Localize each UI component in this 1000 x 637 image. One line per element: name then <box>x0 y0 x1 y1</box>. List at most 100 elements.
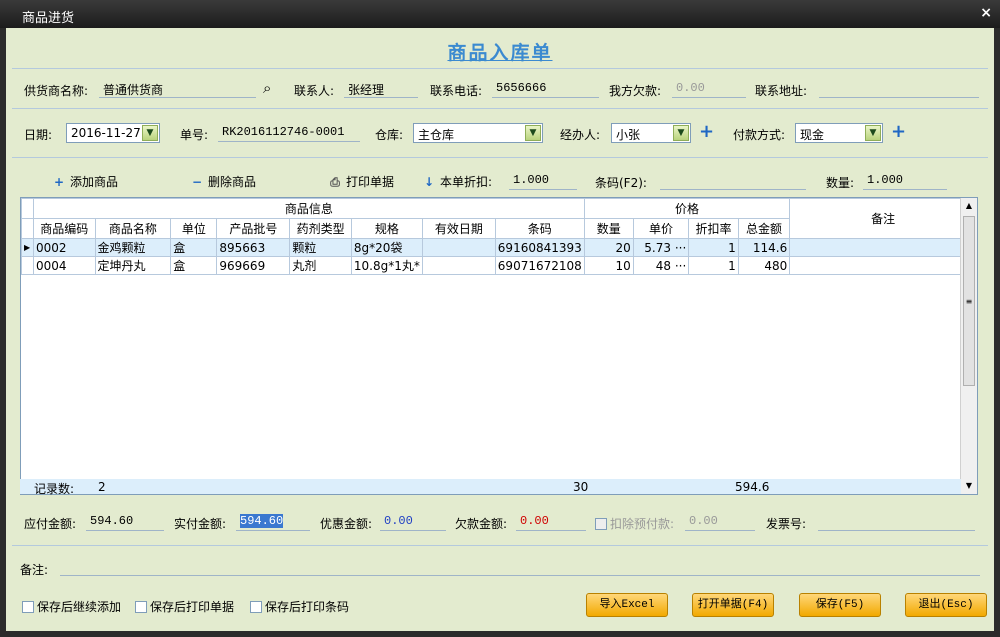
column-header[interactable]: 产品批号 <box>216 218 291 239</box>
table-cell[interactable]: 114.6 <box>737 238 791 257</box>
column-header[interactable]: 折扣率 <box>688 218 739 239</box>
add-payment-icon[interactable]: + <box>891 123 906 141</box>
record-count-label: 记录数: <box>34 482 75 496</box>
open-bill-button[interactable]: 打开单据(F4) <box>692 593 774 617</box>
column-header[interactable]: 药剂类型 <box>289 218 352 239</box>
table-cell[interactable]: 0004 <box>32 256 96 275</box>
phone-label: 联系电话: <box>430 84 483 98</box>
barcode-field[interactable] <box>660 170 806 190</box>
deduct-prepaid-checkbox: 扣除预付款: <box>595 515 674 532</box>
table-cell[interactable]: 盒 <box>170 256 218 275</box>
grid-group-header: 商品信息 价格 备注 <box>21 198 977 239</box>
chevron-down-icon[interactable]: ▼ <box>865 125 881 141</box>
row-selector-icon[interactable]: ▶ <box>21 238 34 257</box>
table-cell[interactable]: 969669 <box>216 256 291 275</box>
close-icon[interactable]: × <box>980 5 992 21</box>
paid-field[interactable]: 594.60 <box>236 511 310 531</box>
column-header[interactable]: 数量 <box>583 218 634 239</box>
address-field[interactable] <box>819 78 979 98</box>
group-note: 备注 <box>789 198 977 239</box>
table-cell[interactable]: 1 <box>688 238 739 257</box>
table-cell[interactable]: 金鸡颗粒 <box>94 238 172 257</box>
order-no-field[interactable]: RK2016112746-0001 <box>218 122 360 142</box>
form-panel: 商品入库单 供货商名称: 普通供货商 ⌕ 联系人: 张经理 联系电话: 5656… <box>6 28 994 631</box>
table-cell[interactable]: 颗粒 <box>289 238 352 257</box>
scroll-down-icon[interactable]: ▼ <box>961 478 977 494</box>
table-cell[interactable]: 69071672108 <box>494 256 585 275</box>
table-cell[interactable]: 5.73 ··· <box>632 238 690 257</box>
table-cell[interactable]: 48 ··· <box>632 256 690 275</box>
minus-icon: − <box>191 175 203 189</box>
chevron-down-icon[interactable]: ▼ <box>673 125 689 141</box>
save-button[interactable]: 保存(F5) <box>799 593 881 617</box>
warehouse-select[interactable]: 主仓库 ▼ <box>413 123 543 143</box>
column-header[interactable]: 商品编码 <box>32 218 96 239</box>
table-cell[interactable]: 10 <box>583 256 634 275</box>
table-cell[interactable]: 10.8g*1丸* <box>350 256 423 275</box>
date-value: 2016-11-27 <box>71 126 141 140</box>
group-price: 价格 <box>583 198 791 219</box>
table-cell[interactable]: 8g*20袋 <box>350 238 423 257</box>
exit-button[interactable]: 退出(Esc) <box>905 593 987 617</box>
import-excel-button[interactable]: 导入Excel <box>586 593 668 617</box>
discount-control: ↓ 本单折扣: <box>423 175 493 189</box>
order-no-label: 单号: <box>180 128 209 142</box>
qty-field[interactable]: 1.000 <box>863 170 947 190</box>
table-cell[interactable]: 定坤丹丸 <box>94 256 172 275</box>
add-product-button[interactable]: + 添加商品 <box>52 173 118 190</box>
paid-label: 实付金额: <box>174 517 227 531</box>
column-header[interactable]: 单位 <box>170 218 218 239</box>
table-cell[interactable]: 盒 <box>170 238 218 257</box>
grid-footer: 记录数: 2 30 594.6 <box>20 479 961 496</box>
remark-label: 备注: <box>20 563 49 577</box>
table-cell[interactable]: 895663 <box>216 238 291 257</box>
column-header[interactable]: 单价 <box>632 218 690 239</box>
handler-label: 经办人: <box>560 128 601 142</box>
grid-scrollbar[interactable]: ▲ ≡ ▼ <box>960 198 977 494</box>
table-cell[interactable]: 0002 <box>32 238 96 257</box>
table-cell[interactable] <box>421 256 496 275</box>
table-row[interactable]: ▶ 0002 金鸡颗粒 盒 895663 颗粒 8g*20袋 691608413… <box>21 238 977 257</box>
scroll-thumb[interactable]: ≡ <box>963 216 975 386</box>
column-header[interactable]: 总金额 <box>737 218 791 239</box>
delete-product-button[interactable]: − 删除商品 <box>190 173 256 190</box>
table-row[interactable]: 0004 定坤丹丸 盒 969669 丸剂 10.8g*1丸* 69071672… <box>21 256 977 275</box>
date-picker[interactable]: 2016-11-27 ▼ <box>66 123 160 143</box>
invoice-field[interactable] <box>818 511 975 531</box>
table-cell[interactable]: 丸剂 <box>289 256 352 275</box>
debt-label: 我方欠款: <box>609 84 662 98</box>
binoculars-icon[interactable]: ⌕ <box>263 79 271 97</box>
continue-add-checkbox[interactable]: 保存后继续添加 <box>22 598 121 615</box>
table-cell[interactable] <box>789 256 977 275</box>
chevron-down-icon[interactable]: ▼ <box>525 125 541 141</box>
phone-field[interactable]: 5656666 <box>492 78 599 98</box>
chevron-down-icon[interactable]: ▼ <box>142 125 158 141</box>
add-handler-icon[interactable]: + <box>699 123 714 141</box>
table-cell[interactable] <box>421 238 496 257</box>
table-cell[interactable]: 20 <box>583 238 634 257</box>
column-header[interactable]: 条码 <box>494 218 585 239</box>
scroll-up-icon[interactable]: ▲ <box>961 198 977 214</box>
column-header[interactable]: 有效日期 <box>421 218 496 239</box>
print-bill-checkbox[interactable]: 保存后打印单据 <box>135 598 234 615</box>
discount-field[interactable]: 1.000 <box>509 170 577 190</box>
remark-field[interactable] <box>60 556 980 576</box>
owed-label: 欠款金额: <box>455 517 508 531</box>
prepaid-field: 0.00 <box>685 511 755 531</box>
plus-icon: + <box>53 175 65 189</box>
invoice-label: 发票号: <box>766 517 807 531</box>
print-barcode-checkbox[interactable]: 保存后打印条码 <box>250 598 349 615</box>
table-cell[interactable]: 480 <box>737 256 791 275</box>
warehouse-label: 仓库: <box>375 128 404 142</box>
print-bill-button[interactable]: ⎙ 打印单据 <box>328 173 394 190</box>
table-cell[interactable]: 1 <box>688 256 739 275</box>
product-grid[interactable]: 商品信息 价格 备注 商品编码 商品名称 单位 产品批号 药剂类型 规格 有效日… <box>20 197 978 495</box>
supplier-field[interactable]: 普通供货商 <box>99 78 256 98</box>
payment-select[interactable]: 现金 ▼ <box>795 123 883 143</box>
table-cell[interactable]: 69160841393 <box>494 238 585 257</box>
handler-select[interactable]: 小张 ▼ <box>611 123 691 143</box>
table-cell[interactable] <box>789 238 977 257</box>
column-header[interactable]: 商品名称 <box>94 218 172 239</box>
column-header[interactable]: 规格 <box>350 218 423 239</box>
contact-field[interactable]: 张经理 <box>344 78 418 98</box>
